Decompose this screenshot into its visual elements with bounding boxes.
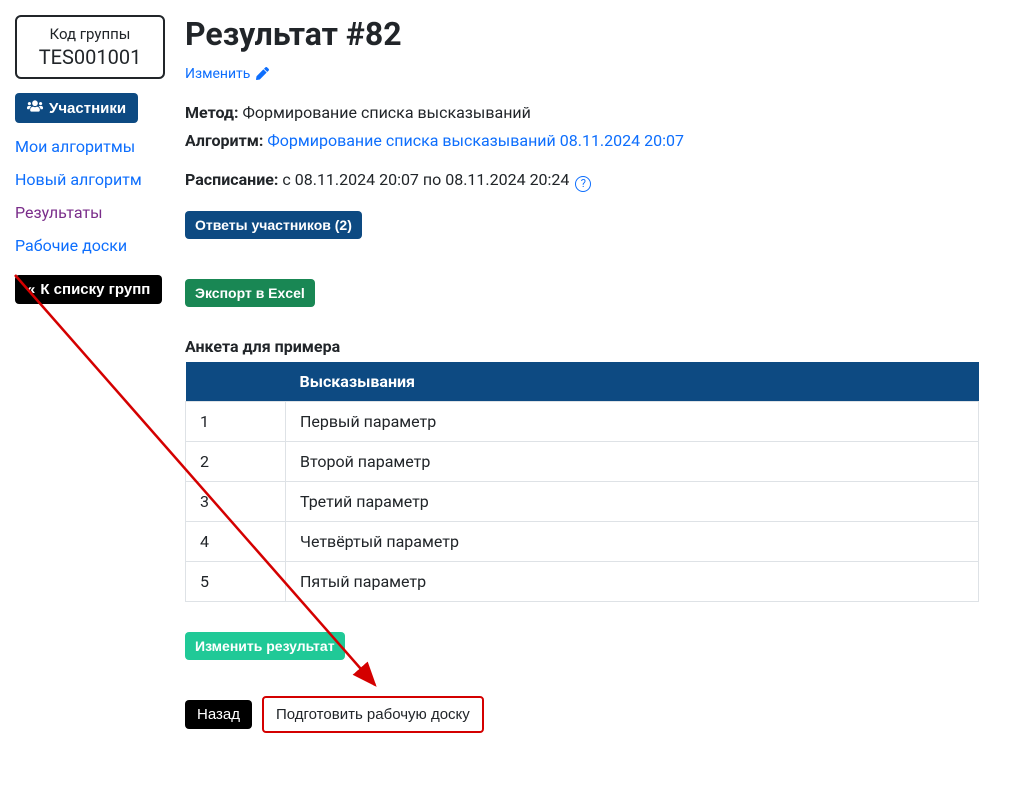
table-cell-num: 4 — [186, 521, 286, 561]
sidebar-item-results[interactable]: Результаты — [15, 203, 103, 222]
page-title: Результат #82 — [185, 15, 979, 53]
back-button[interactable]: Назад — [185, 700, 252, 729]
prepare-board-button[interactable]: Подготовить рабочую доску — [262, 696, 484, 733]
table-cell-num: 1 — [186, 401, 286, 441]
table-cell-num: 2 — [186, 441, 286, 481]
table-title: Анкета для примера — [185, 337, 979, 356]
table-cell-text: Четвёртый параметр — [286, 521, 979, 561]
edit-link-label: Изменить — [185, 66, 250, 82]
sidebar-nav: Мои алгоритмы Новый алгоритм Результаты … — [15, 137, 165, 255]
sidebar-item-my-algorithms[interactable]: Мои алгоритмы — [15, 137, 135, 156]
export-excel-button[interactable]: Экспорт в Excel — [185, 279, 315, 307]
group-code-label: Код группы — [29, 25, 151, 43]
method-label: Метод: — [185, 103, 239, 122]
participants-button[interactable]: Участники — [15, 93, 138, 123]
table-cell-num: 5 — [186, 561, 286, 601]
algorithm-label: Алгоритм: — [185, 131, 263, 150]
edit-icon — [254, 66, 269, 82]
sidebar-item-new-algorithm[interactable]: Новый алгоритм — [15, 170, 142, 189]
table-cell-text: Первый параметр — [286, 401, 979, 441]
info-icon[interactable]: ? — [575, 176, 591, 192]
table-cell-text: Третий параметр — [286, 481, 979, 521]
schedule-label: Расписание: — [185, 170, 278, 189]
users-icon — [27, 99, 43, 117]
table-cell-text: Второй параметр — [286, 441, 979, 481]
table-row: 4 Четвёртый параметр — [186, 521, 979, 561]
group-code-value: TES001001 — [29, 45, 151, 69]
change-result-button[interactable]: Изменить результат — [185, 632, 345, 660]
table-row: 5 Пятый параметр — [186, 561, 979, 601]
table-cell-text: Пятый параметр — [286, 561, 979, 601]
algorithm-link[interactable]: Формирование списка высказываний 08.11.2… — [267, 131, 684, 150]
table-header-num — [186, 362, 286, 402]
back-to-groups-label: К списку групп — [40, 281, 150, 298]
participant-answers-button[interactable]: Ответы участников (2) — [185, 211, 362, 239]
sidebar-item-boards[interactable]: Рабочие доски — [15, 236, 127, 255]
method-value: Формирование списка высказываний — [243, 103, 531, 122]
table-cell-num: 3 — [186, 481, 286, 521]
table-row: 1 Первый параметр — [186, 401, 979, 441]
statements-table: Высказывания 1 Первый параметр 2 Второй … — [185, 362, 979, 602]
schedule-value: с 08.11.2024 20:07 по 08.11.2024 20:24 — [282, 170, 569, 189]
group-code-box: Код группы TES001001 — [15, 15, 165, 79]
participants-button-label: Участники — [49, 100, 126, 117]
chevron-left-double-icon: « — [27, 281, 32, 298]
back-to-groups-button[interactable]: « К списку групп — [15, 275, 162, 304]
table-row: 3 Третий параметр — [186, 481, 979, 521]
edit-link[interactable]: Изменить — [185, 66, 269, 82]
table-header-statement: Высказывания — [286, 362, 979, 402]
table-row: 2 Второй параметр — [186, 441, 979, 481]
